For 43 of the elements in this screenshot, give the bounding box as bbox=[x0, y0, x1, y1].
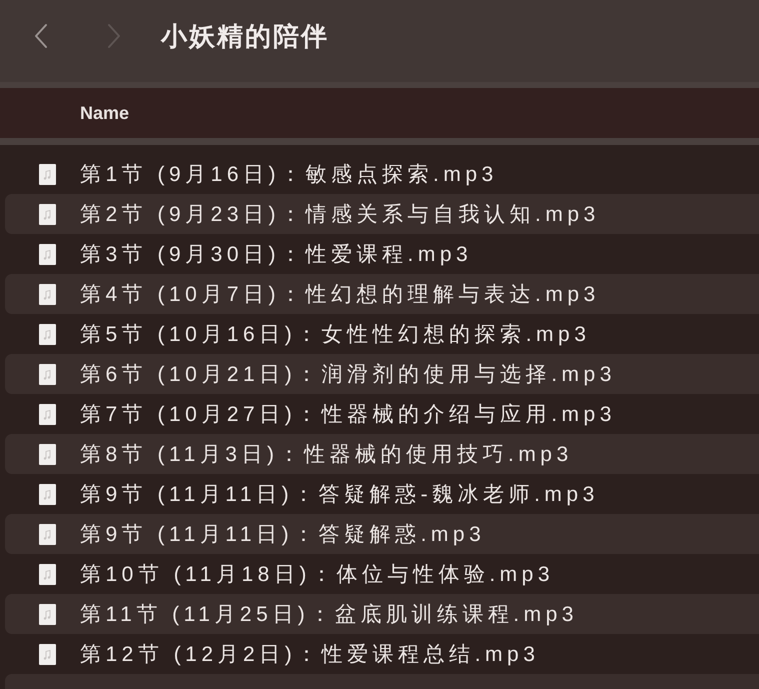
file-name: 第3节 (9月30日)：性爱课程.mp3 bbox=[80, 244, 472, 264]
file-name: 第4节 (10月7日)：性幻想的理解与表达.mp3 bbox=[80, 284, 600, 304]
file-name: 第10节 (11月18日)：体位与性体验.mp3 bbox=[80, 564, 554, 584]
chevron-left-icon bbox=[34, 23, 48, 49]
file-row[interactable]: 第2节 (9月23日)：情感关系与自我认知.mp3 bbox=[5, 194, 759, 234]
audio-file-icon bbox=[39, 364, 56, 384]
file-name: 第6节 (10月21日)：润滑剂的使用与选择.mp3 bbox=[80, 364, 616, 384]
audio-file-icon bbox=[39, 284, 56, 304]
chevron-right-icon bbox=[107, 23, 121, 49]
file-name: 第2节 (9月23日)：情感关系与自我认知.mp3 bbox=[80, 204, 600, 224]
audio-file-icon bbox=[39, 204, 56, 224]
file-name: 第12节 (12月2日)：性爱课程总结.mp3 bbox=[80, 644, 540, 664]
audio-file-icon bbox=[39, 404, 56, 424]
file-name: 第7节 (10月27日)：性器械的介绍与应用.mp3 bbox=[80, 404, 616, 424]
file-name: 第1节 (9月16日)：敏感点探索.mp3 bbox=[80, 164, 498, 184]
file-name: 第11节 (11月25日)：盆底肌训练课程.mp3 bbox=[80, 604, 578, 624]
audio-file-icon bbox=[39, 644, 56, 664]
audio-file-icon bbox=[39, 164, 56, 184]
file-row[interactable]: 第12节 (12月2日)：性爱课程总结.mp3 bbox=[5, 634, 759, 674]
audio-file-icon bbox=[39, 524, 56, 544]
file-row[interactable]: 第9节 (11月11日)：答疑解惑-魏冰老师.mp3 bbox=[5, 474, 759, 514]
file-name: 第8节 (11月3日)：性器械的使用技巧.mp3 bbox=[80, 444, 573, 464]
file-row[interactable]: 第6节 (10月21日)：润滑剂的使用与选择.mp3 bbox=[5, 354, 759, 394]
window-title: 小妖精的陪伴 bbox=[161, 23, 329, 49]
file-row[interactable]: 第4节 (10月7日)：性幻想的理解与表达.mp3 bbox=[5, 274, 759, 314]
file-row[interactable]: 第7节 (10月27日)：性器械的介绍与应用.mp3 bbox=[5, 394, 759, 434]
audio-file-icon bbox=[39, 244, 56, 264]
file-name: 第9节 (11月11日)：答疑解惑.mp3 bbox=[80, 524, 486, 544]
file-row[interactable]: 第5节 (10月16日)：女性性幻想的探索.mp3 bbox=[5, 314, 759, 354]
file-row[interactable]: 第11节 (11月25日)：盆底肌训练课程.mp3 bbox=[5, 594, 759, 634]
file-row[interactable]: 第8节 (11月3日)：性器械的使用技巧.mp3 bbox=[5, 434, 759, 474]
audio-file-icon bbox=[39, 484, 56, 504]
file-row[interactable]: 第3节 (9月30日)：性爱课程.mp3 bbox=[5, 234, 759, 274]
file-name: 第9节 (11月11日)：答疑解惑-魏冰老师.mp3 bbox=[80, 484, 599, 504]
file-row[interactable]: 第1节 (9月16日)：敏感点探索.mp3 bbox=[5, 154, 759, 194]
column-header[interactable]: Name bbox=[80, 104, 130, 122]
file-row[interactable]: 第9节 (11月11日)：答疑解惑.mp3 bbox=[5, 514, 759, 554]
audio-file-icon bbox=[39, 564, 56, 584]
file-name: 第5节 (10月16日)：女性性幻想的探索.mp3 bbox=[80, 324, 590, 344]
audio-file-icon bbox=[39, 604, 56, 624]
audio-file-icon bbox=[39, 324, 56, 344]
audio-file-icon bbox=[39, 444, 56, 464]
file-row[interactable]: 第10节 (11月18日)：体位与性体验.mp3 bbox=[5, 554, 759, 594]
